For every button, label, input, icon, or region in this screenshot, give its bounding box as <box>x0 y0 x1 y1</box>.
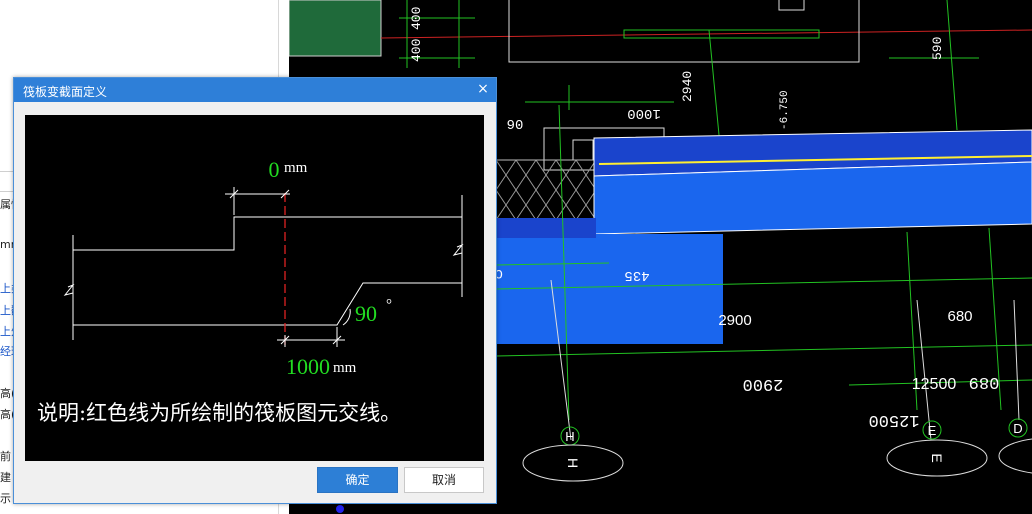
dialog-titlebar[interactable]: 筏板变截面定义 × <box>14 78 496 102</box>
panel-row-divider <box>0 171 14 172</box>
panel-fragment: 示 <box>0 492 11 505</box>
top-offset-value: 0 <box>269 157 280 182</box>
elevation-tag: -6.750 <box>779 90 791 130</box>
section-diagram: 0 mm 1000 mm 90 ° 说明:红色线为所绘制的筏板图元交线。 <box>37 157 464 425</box>
dim-06: 06 <box>507 115 524 131</box>
dialog-title: 筏板变截面定义 <box>23 85 108 99</box>
ok-button[interactable]: 确定 <box>317 467 398 493</box>
axis-d-label: D <box>1013 421 1022 436</box>
bottom-offset-value: 1000 <box>286 354 330 379</box>
bottom-offset-unit: mm <box>333 360 357 376</box>
dim-400: 400 <box>409 39 424 62</box>
angle-unit: ° <box>386 297 392 313</box>
axis-e-label: E <box>928 423 937 438</box>
dim-435: 435 <box>624 267 649 283</box>
dim-12500-mirrored: 12500 <box>868 410 919 429</box>
panel-fragment: 建 <box>0 471 11 484</box>
section-note: 说明:红色线为所绘制的筏板图元交线。 <box>37 401 401 425</box>
raft-section-dialog: 筏板变截面定义 × 0 mm 1000 mm 90 ° 说明:红色线为所绘制的筏… <box>13 77 497 504</box>
axis-e-bubble-text: E <box>929 453 945 462</box>
section-preview: 0 mm 1000 mm 90 ° 说明:红色线为所绘制的筏板图元交线。 <box>25 115 484 461</box>
dim-2940: 2940 <box>680 71 695 102</box>
dim-12500: 12500 <box>912 376 957 393</box>
dim-400-top: 400 <box>409 7 424 30</box>
dim-1000: 1000 <box>627 105 661 121</box>
angle-value: 90 <box>355 301 377 326</box>
panel-row-divider <box>0 191 14 192</box>
cancel-button[interactable]: 取消 <box>404 467 484 493</box>
dim-2900-mirrored: 2900 <box>743 374 784 393</box>
dim-590: 590 <box>930 37 945 60</box>
dim-2900: 2900 <box>718 312 751 329</box>
close-icon[interactable]: × <box>476 82 490 96</box>
axis-h-bubble-text: H <box>565 458 581 468</box>
dim-089: 089 <box>969 372 1000 391</box>
axis-h-label: H <box>565 429 574 444</box>
dim-680: 680 <box>947 308 972 325</box>
top-offset-unit: mm <box>284 160 308 176</box>
panel-fragment: 前 <box>0 450 11 463</box>
